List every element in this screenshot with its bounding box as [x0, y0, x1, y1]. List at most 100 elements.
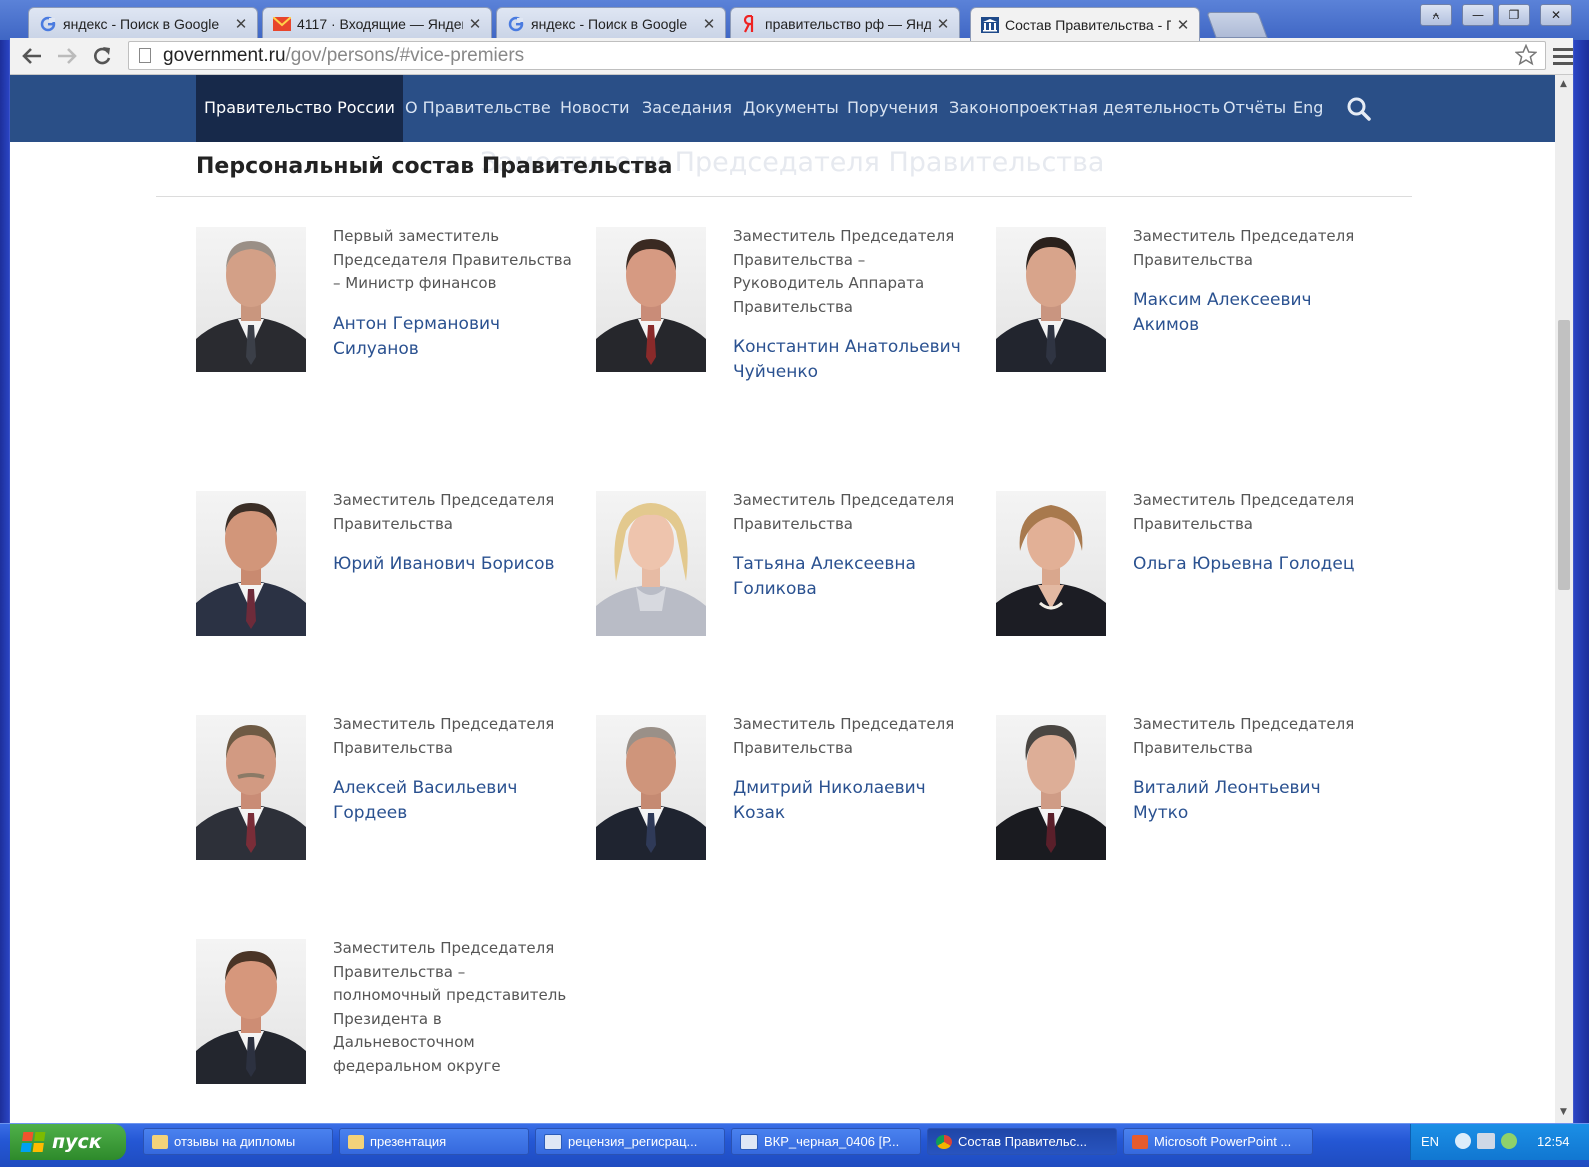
taskbar-item-label: Состав Правительс...: [958, 1134, 1087, 1149]
person-photo[interactable]: [596, 491, 706, 636]
person-role: Первый заместитель Председателя Правител…: [333, 227, 572, 293]
browser-tab[interactable]: яндекс - Поиск в Google ✕: [496, 7, 726, 40]
taskbar-item[interactable]: отзывы на дипломы: [143, 1128, 333, 1155]
browser-tab[interactable]: яндекс - Поиск в Google ✕: [28, 7, 258, 40]
reload-button[interactable]: [88, 41, 116, 71]
browser-tab-strip: яндекс - Поиск в Google ✕ 4117 · Входящи…: [0, 0, 1589, 41]
close-icon[interactable]: ✕: [935, 15, 951, 33]
nav-item-documents[interactable]: Документы: [743, 75, 839, 142]
minimize-button[interactable]: —: [1462, 4, 1494, 26]
person-name-link[interactable]: Юрий Иванович Борисов: [333, 552, 573, 577]
person-photo[interactable]: [196, 715, 306, 860]
taskbar-item[interactable]: ВКР_черная_0406 [Р...: [731, 1128, 921, 1155]
person-photo[interactable]: [596, 715, 706, 860]
person-name-link[interactable]: Алексей Васильевич Гордеев: [333, 776, 573, 826]
person-name-link[interactable]: Виталий Леонтьевич Мутко: [1133, 776, 1373, 826]
taskbar-item[interactable]: Microsoft PowerPoint ...: [1123, 1128, 1313, 1155]
nav-item-english[interactable]: Eng: [1293, 75, 1323, 142]
tab-title: 4117 · Входящие — Яндекс.Почта: [297, 16, 463, 32]
back-arrow-tray-icon[interactable]: [1455, 1133, 1471, 1149]
person-photo[interactable]: [596, 227, 706, 372]
scroll-down-icon[interactable]: ▼: [1560, 1107, 1567, 1117]
taskbar-item-label: отзывы на дипломы: [174, 1134, 296, 1149]
person-photo[interactable]: [196, 491, 306, 636]
clock[interactable]: 12:54: [1537, 1134, 1570, 1149]
person-photo[interactable]: [196, 939, 306, 1084]
close-icon[interactable]: ✕: [467, 15, 483, 33]
browser-tab-active[interactable]: Состав Правительства - Правительство Рос…: [970, 7, 1200, 41]
person-card: Заместитель Председателя Правительства Ю…: [196, 491, 576, 721]
person-name-link[interactable]: Ольга Юрьевна Голодец: [1133, 552, 1373, 577]
person-name-link[interactable]: Константин Анатольевич Чуйченко: [733, 335, 973, 385]
person-card: Заместитель Председателя Правительства М…: [996, 227, 1376, 457]
page-icon: [139, 48, 151, 63]
person-photo[interactable]: [996, 227, 1106, 372]
mail-icon: [273, 15, 291, 33]
address-bar[interactable]: government.ru/gov/persons/#vice-premiers: [128, 41, 1546, 70]
yandex-icon: [741, 15, 759, 33]
reload-icon: [94, 47, 111, 65]
taskbar-item-active[interactable]: Состав Правительс...: [927, 1128, 1117, 1155]
person-photo[interactable]: [996, 491, 1106, 636]
person-role: Заместитель Председателя Правительства –…: [733, 227, 955, 316]
close-icon[interactable]: ✕: [1175, 16, 1191, 34]
nav-item-reports[interactable]: Отчёты: [1223, 75, 1286, 142]
person-role: Заместитель Председателя Правительства: [333, 715, 555, 757]
person-photo[interactable]: [996, 715, 1106, 860]
person-photo[interactable]: [196, 227, 306, 372]
network-icon[interactable]: [1477, 1133, 1495, 1149]
user-profile-icon[interactable]: ⍲: [1420, 4, 1452, 26]
person-role: Заместитель Председателя Правительства: [1133, 227, 1355, 269]
word-icon: [740, 1133, 758, 1150]
close-icon[interactable]: ✕: [701, 15, 717, 33]
start-label: пуск: [52, 1131, 102, 1153]
taskbar-item-label: ВКР_черная_0406 [Р...: [764, 1134, 900, 1149]
nav-item-news[interactable]: Новости: [560, 75, 630, 142]
tab-title: яндекс - Поиск в Google: [63, 16, 220, 32]
back-button[interactable]: [18, 41, 46, 71]
forward-button[interactable]: [53, 41, 81, 71]
search-icon[interactable]: [1346, 96, 1372, 122]
nav-item-legislation[interactable]: Законопроектная деятельность: [949, 75, 1220, 142]
windows-logo-icon: [20, 1132, 46, 1152]
scroll-up-icon[interactable]: ▲: [1560, 79, 1567, 89]
person-card: Заместитель Председателя Правительства О…: [996, 491, 1376, 721]
word-icon: [544, 1133, 562, 1150]
windows-taskbar: пуск отзывы на дипломы презентация рецен…: [0, 1123, 1589, 1167]
person-role: Заместитель Председателя Правительства: [1133, 715, 1355, 757]
close-icon[interactable]: ✕: [233, 15, 249, 33]
browser-menu-icon[interactable]: [1553, 43, 1573, 69]
window-controls: ⍲ — ❐ ✕: [1420, 4, 1572, 26]
person-name-link[interactable]: Максим Алексеевич Акимов: [1133, 288, 1373, 338]
nav-item-meetings[interactable]: Заседания: [642, 75, 732, 142]
person-name-link[interactable]: Татьяна Алексеевна Голикова: [733, 552, 973, 602]
maximize-button[interactable]: ❐: [1498, 4, 1530, 26]
window-close-button[interactable]: ✕: [1540, 4, 1572, 26]
new-tab-button[interactable]: [1206, 12, 1268, 38]
forward-arrow-icon: [58, 48, 77, 64]
chrome-icon: [936, 1134, 952, 1149]
taskbar-item[interactable]: презентация: [339, 1128, 529, 1155]
browser-tab[interactable]: правительство рф — Яндекс ✕: [730, 7, 960, 40]
person-name-link[interactable]: Дмитрий Николаевич Козак: [733, 776, 973, 826]
page-scrollbar[interactable]: ▲ ▼: [1555, 75, 1573, 1123]
scrollbar-thumb[interactable]: [1558, 320, 1570, 590]
back-arrow-icon: [22, 48, 41, 64]
nav-item-government[interactable]: Правительство России: [196, 75, 403, 142]
page-viewport: Правительство России О Правительстве Нов…: [10, 75, 1555, 1123]
taskbar-item[interactable]: рецензия_регисрац...: [535, 1128, 725, 1155]
browser-tab[interactable]: 4117 · Входящие — Яндекс.Почта ✕: [262, 7, 492, 40]
start-button[interactable]: пуск: [10, 1124, 126, 1160]
taskbar-item-label: Microsoft PowerPoint ...: [1154, 1134, 1292, 1149]
nav-item-instructions[interactable]: Поручения: [847, 75, 938, 142]
powerpoint-icon: [1132, 1134, 1148, 1149]
person-name-link[interactable]: Антон Германович Силуанов: [333, 312, 573, 362]
tab-title: яндекс - Поиск в Google: [531, 16, 688, 32]
update-icon[interactable]: [1501, 1133, 1517, 1149]
nav-item-about[interactable]: О Правительстве: [405, 75, 551, 142]
language-indicator[interactable]: EN: [1421, 1134, 1439, 1149]
browser-toolbar: government.ru/gov/persons/#vice-premiers: [10, 38, 1573, 75]
bookmark-star-icon[interactable]: [1515, 44, 1537, 66]
address-path: /gov/persons/#vice-premiers: [285, 44, 525, 66]
title-divider: [156, 196, 1412, 197]
